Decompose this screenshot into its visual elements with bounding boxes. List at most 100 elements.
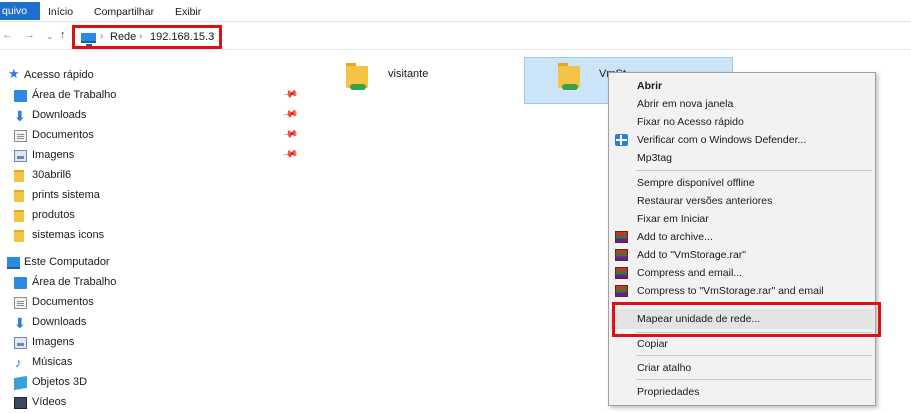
context-menu: Abrir Abrir em nova janela Fixar no Aces…	[608, 72, 876, 406]
folder-label[interactable]: visitante	[388, 68, 428, 80]
menu-item-copiar[interactable]: Copiar	[610, 335, 874, 353]
menu-item-fixar-iniciar[interactable]: Fixar em Iniciar	[610, 210, 874, 228]
folder-icon	[14, 190, 24, 202]
folder-vmstorage[interactable]	[556, 62, 586, 92]
menu-item-label: Fixar em Iniciar	[637, 213, 709, 225]
nav-label: Área de Trabalho	[32, 89, 117, 101]
nav-label: 30abril6	[32, 169, 72, 181]
nav-item-imagens[interactable]: Imagens 📌	[0, 146, 300, 166]
nav-item-sistemas-icons[interactable]: sistemas icons	[0, 226, 300, 246]
tab-inicio[interactable]: Início	[48, 4, 73, 20]
menu-item-add-to-rar[interactable]: Add to "VmStorage.rar"	[610, 246, 874, 264]
menu-item-label: Add to archive...	[637, 231, 713, 243]
menu-item-propriedades[interactable]: Propriedades	[610, 383, 874, 401]
winrar-icon	[615, 267, 628, 279]
nav-item-downloads-pc[interactable]: ⬇ Downloads	[0, 313, 300, 333]
pin-icon[interactable]: 📌	[282, 126, 299, 142]
nav-label: Documentos	[32, 296, 94, 308]
address-row: ← → ⌄ ↑ › Rede › 192.168.15.3 ›	[0, 22, 911, 50]
download-icon: ⬇	[14, 108, 26, 124]
winrar-icon	[615, 285, 628, 297]
folder-icon	[14, 170, 24, 182]
recent-locations-icon[interactable]: ⌄	[46, 31, 54, 42]
menu-item-label: Fixar no Acesso rápido	[637, 116, 744, 128]
menu-item-label: Criar atalho	[637, 362, 692, 374]
nav-label: Downloads	[32, 109, 87, 121]
menu-item-criar-atalho[interactable]: Criar atalho	[610, 359, 874, 377]
nav-item-area-de-trabalho-pc[interactable]: Área de Trabalho	[0, 273, 300, 293]
video-icon	[14, 397, 27, 409]
computer-icon	[7, 257, 20, 269]
nav-label: Músicas	[32, 356, 73, 368]
nav-item-imagens-pc[interactable]: Imagens	[0, 333, 300, 353]
chevron-right-icon[interactable]: ›	[139, 31, 142, 42]
chevron-right-icon[interactable]: ›	[211, 31, 214, 42]
windows-defender-icon	[615, 134, 628, 146]
menu-separator	[636, 170, 872, 171]
menu-item-label: Propriedades	[637, 386, 700, 398]
menu-item-fixar-acesso-rapido[interactable]: Fixar no Acesso rápido	[610, 113, 874, 131]
network-share-icon	[350, 84, 366, 90]
nav-item-documentos-pc[interactable]: Documentos	[0, 293, 300, 313]
tab-exibir[interactable]: Exibir	[175, 4, 201, 20]
back-icon[interactable]: ←	[2, 29, 13, 41]
nav-item-downloads[interactable]: ⬇ Downloads 📌	[0, 106, 300, 126]
menu-item-label: Sempre disponível offline	[637, 177, 755, 189]
nav-item-videos[interactable]: Vídeos	[0, 393, 300, 413]
breadcrumb-host[interactable]: 192.168.15.3	[150, 31, 214, 43]
nav-item-area-de-trabalho[interactable]: Área de Trabalho 📌	[0, 86, 300, 106]
ribbon-tabs: quivo Início Compartilhar Exibir	[0, 0, 911, 22]
nav-item-musicas[interactable]: ♪ Músicas	[0, 353, 300, 373]
document-icon	[14, 297, 27, 309]
menu-item-mp3tag[interactable]: Mp3tag	[610, 149, 874, 167]
nav-label: produtos	[32, 209, 75, 221]
menu-item-label: Verificar com o Windows Defender...	[637, 134, 807, 146]
navigation-pane: ★ Acesso rápido Área de Trabalho 📌 ⬇ Dow…	[0, 62, 300, 409]
menu-item-abrir-nova-janela[interactable]: Abrir em nova janela	[610, 95, 874, 113]
nav-label: Vídeos	[32, 396, 67, 408]
winrar-icon	[615, 249, 628, 261]
menu-item-compress-email[interactable]: Compress and email...	[610, 264, 874, 282]
nav-label: Objetos 3D	[32, 376, 88, 388]
nav-label: Acesso rápido	[24, 69, 94, 81]
nav-item-documentos[interactable]: Documentos 📌	[0, 126, 300, 146]
nav-label: Imagens	[32, 149, 75, 161]
forward-icon[interactable]: →	[24, 29, 35, 41]
up-icon[interactable]: ↑	[60, 29, 66, 41]
pin-icon[interactable]: 📌	[282, 86, 299, 102]
menu-item-abrir[interactable]: Abrir	[610, 77, 874, 95]
chevron-right-icon[interactable]: ›	[100, 31, 103, 42]
nav-label: prints sistema	[32, 189, 100, 201]
nav-this-pc[interactable]: Este Computador	[0, 253, 300, 273]
desktop-icon	[14, 277, 27, 289]
pictures-icon	[14, 150, 27, 162]
nav-label: Imagens	[32, 336, 75, 348]
breadcrumb-rede[interactable]: Rede	[110, 31, 136, 43]
folder-icon	[14, 230, 24, 242]
nav-item-prints-sistema[interactable]: prints sistema	[0, 186, 300, 206]
nav-item-produtos[interactable]: produtos	[0, 206, 300, 226]
address-bar[interactable]: › Rede › 192.168.15.3 ›	[72, 25, 222, 49]
tab-compartilhar[interactable]: Compartilhar	[94, 4, 154, 20]
menu-separator	[636, 379, 872, 380]
pin-icon[interactable]: 📌	[282, 146, 299, 162]
menu-item-compress-rar-email[interactable]: Compress to "VmStorage.rar" and email	[610, 282, 874, 300]
pin-icon[interactable]: 📌	[282, 106, 299, 122]
nav-item-30abril6[interactable]: 30abril6	[0, 166, 300, 186]
network-computer-icon	[81, 33, 96, 46]
menu-item-sempre-offline[interactable]: Sempre disponível offline	[610, 174, 874, 192]
nav-item-objetos-3d[interactable]: Objetos 3D	[0, 373, 300, 393]
menu-item-label: Mp3tag	[637, 152, 673, 164]
tab-file[interactable]: quivo	[0, 2, 40, 20]
objects-3d-icon	[14, 375, 27, 391]
music-icon: ♪	[15, 355, 22, 370]
folder-visitante[interactable]	[344, 62, 374, 92]
nav-label: sistemas icons	[32, 229, 105, 241]
menu-item-label: Restaurar versões anteriores	[637, 195, 773, 207]
menu-item-windows-defender[interactable]: Verificar com o Windows Defender...	[610, 131, 874, 149]
nav-quick-access[interactable]: ★ Acesso rápido	[0, 66, 300, 86]
menu-item-restaurar-versoes[interactable]: Restaurar versões anteriores	[610, 192, 874, 210]
menu-item-add-to-archive[interactable]: Add to archive...	[610, 228, 874, 246]
pictures-icon	[14, 337, 27, 349]
nav-label: Downloads	[32, 316, 87, 328]
